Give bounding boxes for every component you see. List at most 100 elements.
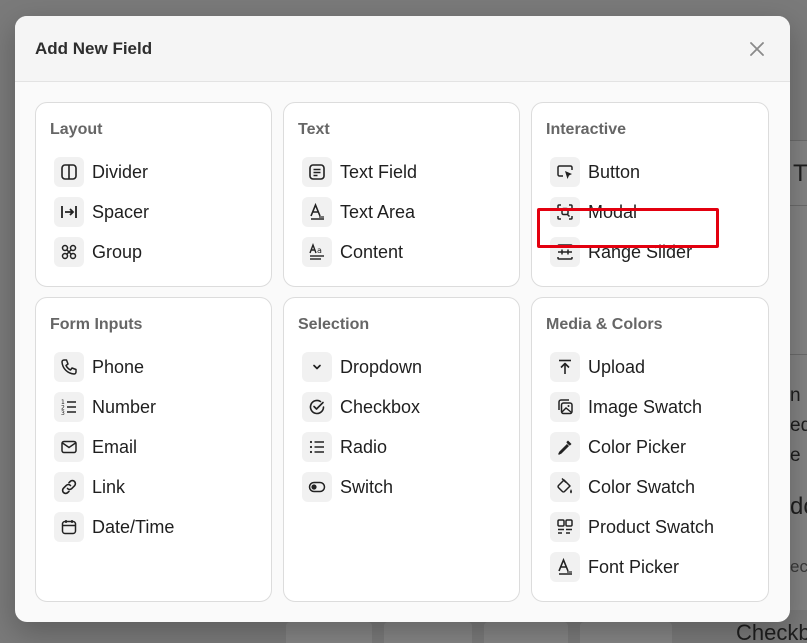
field-item-label: Color Swatch (588, 476, 696, 497)
field-item-number[interactable]: 123 Number (54, 391, 264, 423)
close-icon (750, 42, 764, 56)
background-divider (790, 140, 807, 141)
spacer-icon (54, 197, 84, 227)
field-item-label: Divider (92, 161, 149, 182)
content-icon: a (302, 237, 332, 267)
modal-item-highlight (537, 208, 719, 248)
field-item-product-swatch[interactable]: Product Swatch (550, 511, 760, 543)
card-title: Media & Colors (546, 316, 663, 333)
background-divider (790, 354, 807, 355)
card-text: Text Text Field Text Area a Content (283, 102, 520, 287)
card-title: Layout (50, 121, 103, 138)
modal-title: Add New Field (35, 38, 153, 58)
card-title: Form Inputs (50, 316, 143, 333)
background-text: ed (790, 415, 807, 436)
field-item-label: Radio (340, 436, 388, 457)
field-item-radio[interactable]: Radio (302, 431, 512, 463)
svg-text:3: 3 (61, 410, 65, 417)
field-item-divider[interactable]: Divider (54, 156, 264, 188)
field-item-phone[interactable]: Phone (54, 351, 264, 383)
number-list-icon: 123 (54, 392, 84, 422)
field-item-checkbox[interactable]: Checkbox (302, 391, 512, 423)
card-title: Selection (298, 316, 370, 333)
card-media-colors: Media & Colors Upload Image Swatch Color… (531, 297, 769, 602)
chevron-down-icon (302, 352, 332, 382)
field-item-upload[interactable]: Upload (550, 351, 760, 383)
field-item-group[interactable]: Group (54, 236, 264, 268)
card-title: Interactive (546, 121, 627, 138)
font-icon (550, 552, 580, 582)
close-button[interactable] (746, 38, 768, 60)
card-form-inputs: Form Inputs Phone 123 Number Email Link … (35, 297, 272, 602)
background-text: Checkb (736, 620, 807, 643)
field-item-label: Number (92, 396, 157, 417)
field-item-spacer[interactable]: Spacer (54, 196, 264, 228)
field-item-label: Link (92, 476, 126, 497)
background-button (384, 622, 472, 643)
paint-bucket-icon (550, 472, 580, 502)
card-selection: Selection Dropdown Checkbox Radio Switch (283, 297, 520, 602)
field-item-label: Font Picker (588, 556, 680, 577)
toggle-icon (302, 472, 332, 502)
field-item-label: Date/Time (92, 516, 175, 537)
field-item-label: Content (340, 241, 404, 262)
field-item-label: Switch (340, 476, 394, 497)
card-interactive: Interactive Button Modal Range Slider (531, 102, 769, 287)
field-item-date-time[interactable]: Date/Time (54, 511, 264, 543)
field-item-label: Color Picker (588, 436, 687, 457)
button-cursor-icon (550, 157, 580, 187)
group-icon (54, 237, 84, 267)
background-text: T (793, 160, 807, 187)
card-layout: Layout Divider Spacer Group (35, 102, 272, 287)
text-area-icon (302, 197, 332, 227)
field-item-label: Checkbox (340, 396, 421, 417)
product-swatch-icon (550, 512, 580, 542)
radio-list-icon (302, 432, 332, 462)
field-item-dropdown[interactable]: Dropdown (302, 351, 512, 383)
background-text: ect (790, 557, 807, 576)
field-item-label: Phone (92, 356, 145, 377)
calendar-icon (54, 512, 84, 542)
field-item-label: Email (92, 436, 138, 457)
field-item-color-picker[interactable]: Color Picker (550, 431, 760, 463)
field-item-label: Button (588, 161, 641, 182)
background-text: n ip (790, 385, 807, 406)
field-item-email[interactable]: Email (54, 431, 264, 463)
phone-icon (54, 352, 84, 382)
divider-icon (54, 157, 84, 187)
field-item-label: Text Area (340, 201, 416, 222)
field-item-label: Spacer (92, 201, 150, 222)
link-icon (54, 472, 84, 502)
field-item-image-swatch[interactable]: Image Swatch (550, 391, 760, 423)
card-title: Text (298, 121, 330, 138)
field-item-label: Text Field (340, 161, 418, 182)
background-text: do (790, 493, 807, 520)
eyedropper-icon (550, 432, 580, 462)
field-item-label: Product Swatch (588, 516, 715, 537)
field-item-text-field[interactable]: Text Field (302, 156, 512, 188)
upload-icon (550, 352, 580, 382)
background-button (286, 622, 372, 643)
field-item-content[interactable]: a Content (302, 236, 512, 268)
field-item-link[interactable]: Link (54, 471, 264, 503)
modal-header: Add New Field (15, 16, 790, 82)
svg-text:a: a (317, 246, 322, 255)
background-button (580, 622, 672, 643)
field-item-button[interactable]: Button (550, 156, 760, 188)
field-item-font-picker[interactable]: Font Picker (550, 551, 760, 583)
field-item-label: Group (92, 241, 143, 262)
field-item-color-swatch[interactable]: Color Swatch (550, 471, 760, 503)
text-field-icon (302, 157, 332, 187)
field-item-label: Upload (588, 356, 646, 377)
field-item-text-area[interactable]: Text Area (302, 196, 512, 228)
background-button (484, 622, 568, 643)
field-item-label: Image Swatch (588, 396, 703, 417)
add-new-field-modal: Add New Field Layout Divider Spacer Grou… (15, 16, 790, 622)
background-divider (790, 205, 807, 206)
field-item-switch[interactable]: Switch (302, 471, 512, 503)
field-item-label: Dropdown (340, 356, 423, 377)
check-circle-icon (302, 392, 332, 422)
background-text: e n (790, 445, 807, 466)
image-swatch-icon (550, 392, 580, 422)
email-icon (54, 432, 84, 462)
